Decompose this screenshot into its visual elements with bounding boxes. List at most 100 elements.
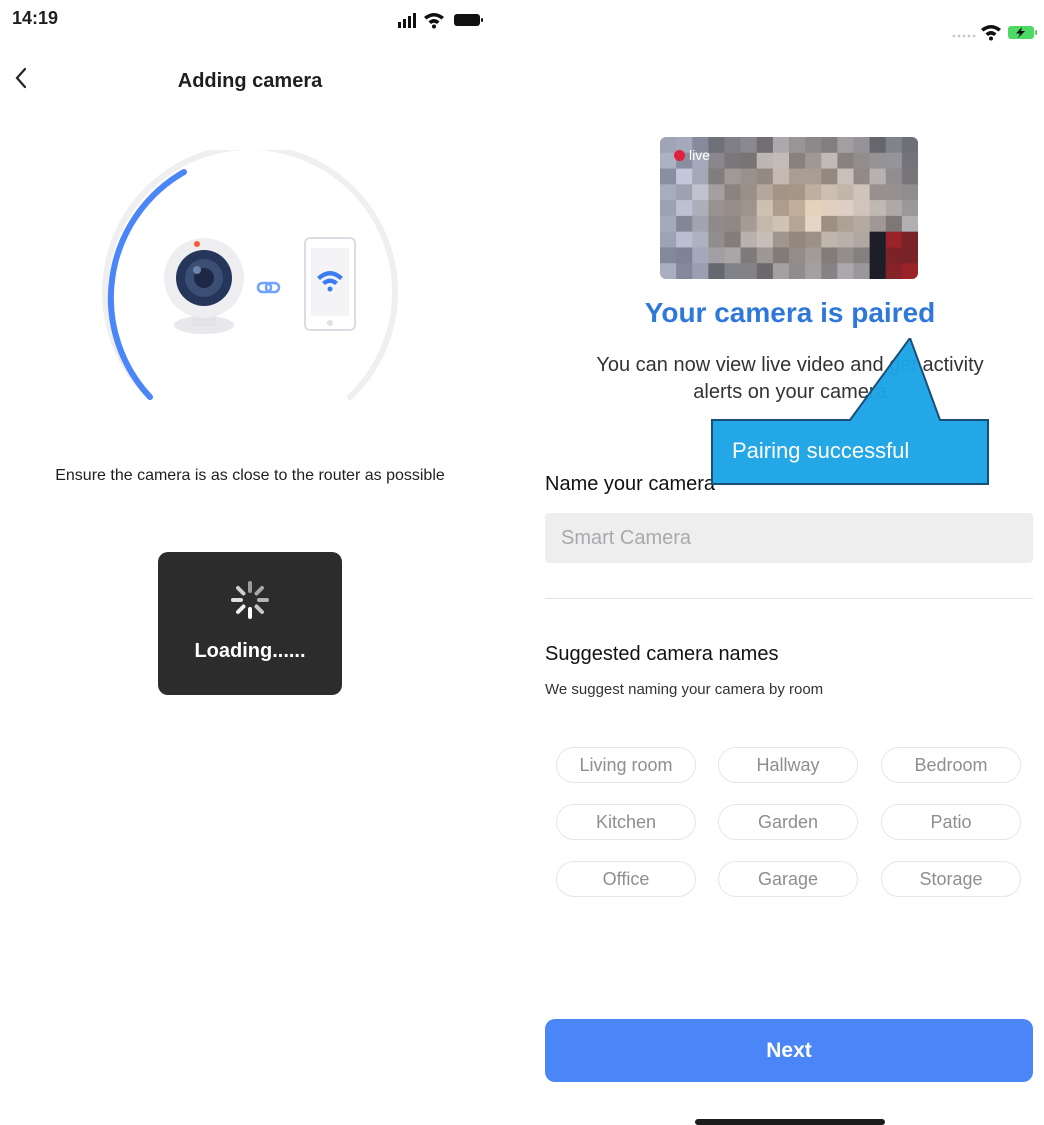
mosaic-tile [692, 247, 709, 264]
mosaic-tile [805, 200, 822, 217]
paired-title: Your camera is paired [644, 297, 936, 328]
live-badge: live [674, 147, 710, 163]
back-button[interactable] [14, 66, 44, 96]
mosaic-tile [756, 263, 774, 279]
mosaic-tile [821, 263, 838, 279]
mosaic-tile [789, 263, 806, 279]
mosaic-tile [789, 231, 806, 248]
mosaic-tile [853, 263, 871, 279]
mosaic-tile [676, 168, 693, 185]
next-button[interactable]: Next [545, 1019, 1033, 1082]
mosaic-tile [853, 184, 871, 201]
mosaic-tile [821, 152, 838, 170]
mosaic-tile [676, 247, 693, 264]
mosaic-tile [869, 200, 887, 217]
mosaic-tile [821, 231, 838, 248]
mosaic-tile [869, 231, 887, 248]
mosaic-tile [885, 231, 903, 248]
mosaic-tile [901, 137, 918, 154]
chip-storage[interactable]: Storage [881, 861, 1021, 897]
phone-icon [304, 237, 356, 331]
mosaic-tile [692, 168, 709, 185]
chip-garden[interactable]: Garden [718, 804, 858, 840]
mosaic-tile [837, 263, 854, 279]
mosaic-tile [789, 137, 806, 154]
mosaic-tile [821, 247, 838, 264]
mosaic-tile [885, 152, 903, 170]
mosaic-tile [885, 263, 903, 279]
chip-office[interactable]: Office [556, 861, 696, 897]
chip-patio[interactable]: Patio [881, 804, 1021, 840]
mosaic-tile [901, 263, 918, 279]
chip-garage[interactable]: Garage [718, 861, 858, 897]
mosaic-tile [837, 168, 854, 185]
mosaic-tile [724, 200, 742, 217]
mosaic-tile [805, 168, 822, 185]
suggested-names-title: Suggested camera names [545, 643, 779, 665]
mosaic-tile [772, 215, 790, 233]
mosaic-tile [837, 137, 854, 154]
mosaic-tile [740, 168, 758, 185]
mosaic-tile [724, 263, 742, 279]
mosaic-tile [772, 263, 790, 279]
mosaic-tile [837, 152, 854, 170]
mosaic-tile [772, 168, 790, 185]
home-indicator [695, 1119, 885, 1125]
mosaic-tile [789, 168, 806, 185]
mosaic-tile [756, 184, 774, 201]
mosaic-tile [901, 152, 918, 170]
mosaic-tile [660, 263, 677, 279]
mosaic-tile [772, 137, 790, 154]
status-icons [398, 13, 483, 29]
mosaic-tile [708, 200, 725, 217]
status-icons [952, 25, 1037, 41]
mosaic-tile [740, 247, 758, 264]
mosaic-tile [740, 152, 758, 170]
camera-icon [164, 238, 244, 334]
mosaic-tile [692, 215, 709, 233]
mosaic-tile [869, 263, 887, 279]
mosaic-tile [724, 247, 742, 264]
chip-kitchen[interactable]: Kitchen [556, 804, 696, 840]
battery-charging-icon [1008, 26, 1037, 39]
mosaic-tile [805, 137, 822, 154]
camera-preview[interactable]: live [660, 137, 918, 279]
mosaic-tile [821, 168, 838, 185]
wifi-icon [424, 13, 444, 29]
wifi-icon [981, 25, 1001, 41]
chip-bedroom[interactable]: Bedroom [881, 747, 1021, 783]
mosaic-tile [821, 200, 838, 217]
mosaic-tile [756, 168, 774, 185]
mosaic-tile [901, 215, 918, 233]
chip-hallway[interactable]: Hallway [718, 747, 858, 783]
mosaic-tile [885, 215, 903, 233]
mosaic-tile [772, 200, 790, 217]
mosaic-tile [901, 231, 918, 248]
mosaic-tile [692, 184, 709, 201]
chip-living-room[interactable]: Living room [556, 747, 696, 783]
mosaic-tile [821, 215, 838, 233]
mosaic-tile [837, 247, 854, 264]
mosaic-tile [885, 137, 903, 154]
mosaic-tile [660, 168, 677, 185]
mosaic-tile [708, 152, 725, 170]
mosaic-tile [805, 231, 822, 248]
mosaic-tile [821, 137, 838, 154]
mosaic-tile [885, 247, 903, 264]
mosaic-tile [901, 247, 918, 264]
camera-name-input[interactable] [545, 513, 1033, 563]
mosaic-tile [660, 231, 677, 248]
mosaic-tile [740, 184, 758, 201]
mosaic-tile [692, 263, 709, 279]
mosaic-tile [708, 263, 725, 279]
mosaic-tile [740, 215, 758, 233]
mosaic-tile [660, 247, 677, 264]
proximity-hint: Ensure the camera is as close to the rou… [55, 467, 445, 484]
mosaic-tile [789, 152, 806, 170]
mosaic-tile [660, 215, 677, 233]
mosaic-tile [756, 215, 774, 233]
mosaic-tile [708, 184, 725, 201]
mosaic-tile [676, 215, 693, 233]
mosaic-tile [869, 247, 887, 264]
suggested-names-subtitle: We suggest naming your camera by room [545, 681, 824, 698]
